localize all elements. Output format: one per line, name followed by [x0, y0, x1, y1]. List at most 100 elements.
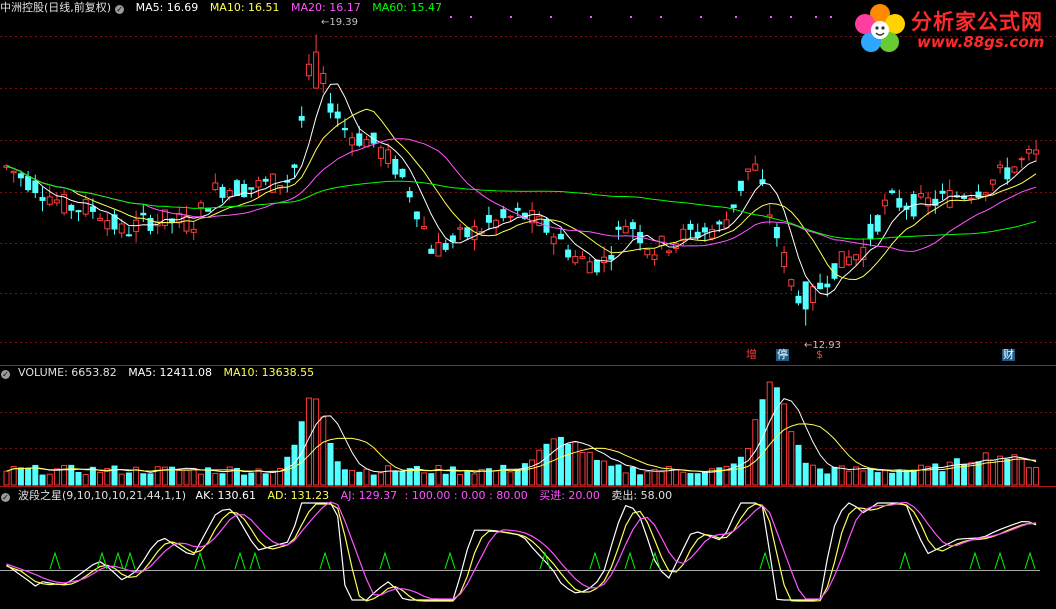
candlestick[interactable]: [255, 176, 262, 198]
settings-dot-icon[interactable]: ✓: [1, 370, 10, 379]
settings-dot-icon[interactable]: ✓: [115, 5, 125, 14]
candlestick[interactable]: [298, 106, 305, 128]
candlestick[interactable]: [68, 203, 75, 219]
candlestick[interactable]: [125, 226, 132, 237]
candlestick[interactable]: [392, 155, 399, 179]
candlestick[interactable]: [881, 193, 888, 215]
candlestick[interactable]: [903, 202, 910, 220]
candlestick[interactable]: [133, 210, 140, 243]
candlestick[interactable]: [917, 184, 924, 200]
candlestick[interactable]: [284, 174, 291, 193]
candlestick[interactable]: [219, 184, 226, 203]
candlestick[interactable]: [61, 189, 68, 216]
signal-triangle: [49, 551, 61, 570]
candlestick[interactable]: [745, 168, 752, 181]
candlestick[interactable]: [97, 213, 104, 222]
volume-legend: ✓ VOLUME: 6653.82 MA5: 12411.08 MA10: 136…: [0, 366, 322, 379]
event-marker-dividend[interactable]: $: [815, 349, 824, 361]
candlestick[interactable]: [593, 259, 600, 276]
candlestick[interactable]: [442, 239, 449, 252]
candlestick[interactable]: [485, 206, 492, 231]
candlestick[interactable]: [601, 246, 608, 273]
candlestick[interactable]: [572, 250, 579, 266]
candlestick[interactable]: [608, 246, 615, 271]
candlestick[interactable]: [701, 222, 708, 242]
candlestick[interactable]: [737, 180, 744, 197]
candlestick[interactable]: [874, 214, 881, 235]
candlestick[interactable]: [838, 251, 845, 268]
candlestick[interactable]: [3, 164, 10, 171]
candlestick[interactable]: [997, 160, 1004, 174]
candlestick[interactable]: [277, 184, 284, 195]
candlestick[interactable]: [622, 219, 629, 234]
candlestick[interactable]: [140, 204, 147, 223]
candlestick[interactable]: [1033, 139, 1040, 163]
candlestick[interactable]: [687, 220, 694, 238]
event-marker-finance[interactable]: 财: [1002, 349, 1015, 361]
candlestick[interactable]: [795, 290, 802, 306]
candlestick[interactable]: [327, 92, 334, 119]
candlestick[interactable]: [550, 233, 557, 255]
candlestick[interactable]: [313, 34, 320, 89]
candlestick[interactable]: [413, 211, 420, 228]
event-marker-halt[interactable]: 停: [776, 349, 789, 361]
signal-dot: [630, 16, 632, 18]
candlestick[interactable]: [615, 220, 622, 240]
candlestick[interactable]: [176, 206, 183, 229]
volume-bar: [939, 471, 946, 486]
ad-line: [6, 503, 1037, 602]
candlestick[interactable]: [428, 244, 435, 254]
candlestick[interactable]: [10, 170, 17, 183]
candlestick[interactable]: [673, 242, 680, 254]
candlestick[interactable]: [212, 173, 219, 192]
candlestick[interactable]: [781, 246, 788, 274]
candlestick[interactable]: [183, 205, 190, 235]
candlestick[interactable]: [989, 179, 996, 191]
candlestick[interactable]: [565, 244, 572, 261]
candlestick[interactable]: [788, 278, 795, 292]
candlestick[interactable]: [665, 249, 672, 257]
candlestick[interactable]: [75, 209, 82, 222]
candlestick[interactable]: [1011, 166, 1018, 174]
candlestick[interactable]: [421, 216, 428, 230]
candlestick[interactable]: [190, 221, 197, 241]
candlestick[interactable]: [399, 168, 406, 179]
volume-bar: [997, 455, 1004, 486]
candlestick[interactable]: [925, 191, 932, 216]
settings-dot-icon[interactable]: ✓: [1, 493, 10, 502]
candlestick[interactable]: [817, 273, 824, 290]
candlestick[interactable]: [449, 233, 456, 249]
candlestick[interactable]: [867, 214, 874, 247]
candlestick[interactable]: [975, 184, 982, 200]
candlestick[interactable]: [1025, 145, 1032, 161]
candlestick[interactable]: [529, 202, 536, 234]
candlestick[interactable]: [233, 178, 240, 196]
candlestick[interactable]: [305, 54, 312, 81]
candlestick[interactable]: [1018, 156, 1025, 169]
candlestick[interactable]: [889, 188, 896, 195]
candlestick[interactable]: [111, 209, 118, 235]
candlestick[interactable]: [845, 250, 852, 267]
candlestick[interactable]: [457, 223, 464, 240]
candlestick[interactable]: [802, 281, 809, 326]
candlestick[interactable]: [363, 135, 370, 148]
candlestick[interactable]: [241, 179, 248, 198]
chart-canvas[interactable]: [0, 0, 1056, 609]
candlestick[interactable]: [579, 251, 586, 260]
candlestick[interactable]: [651, 249, 658, 266]
candlestick[interactable]: [406, 187, 413, 203]
event-marker-increase[interactable]: 增: [745, 349, 758, 361]
candlestick[interactable]: [644, 248, 651, 259]
candlestick[interactable]: [104, 212, 111, 237]
candlestick[interactable]: [46, 186, 53, 207]
candlestick[interactable]: [435, 232, 442, 257]
candlestick[interactable]: [752, 155, 759, 172]
candlestick[interactable]: [25, 170, 32, 193]
candlestick[interactable]: [723, 211, 730, 229]
candlestick[interactable]: [586, 256, 593, 274]
candlestick[interactable]: [946, 179, 953, 209]
candlestick[interactable]: [262, 176, 269, 186]
candlestick[interactable]: [939, 183, 946, 200]
candlestick[interactable]: [377, 145, 384, 167]
candlestick[interactable]: [39, 186, 46, 212]
